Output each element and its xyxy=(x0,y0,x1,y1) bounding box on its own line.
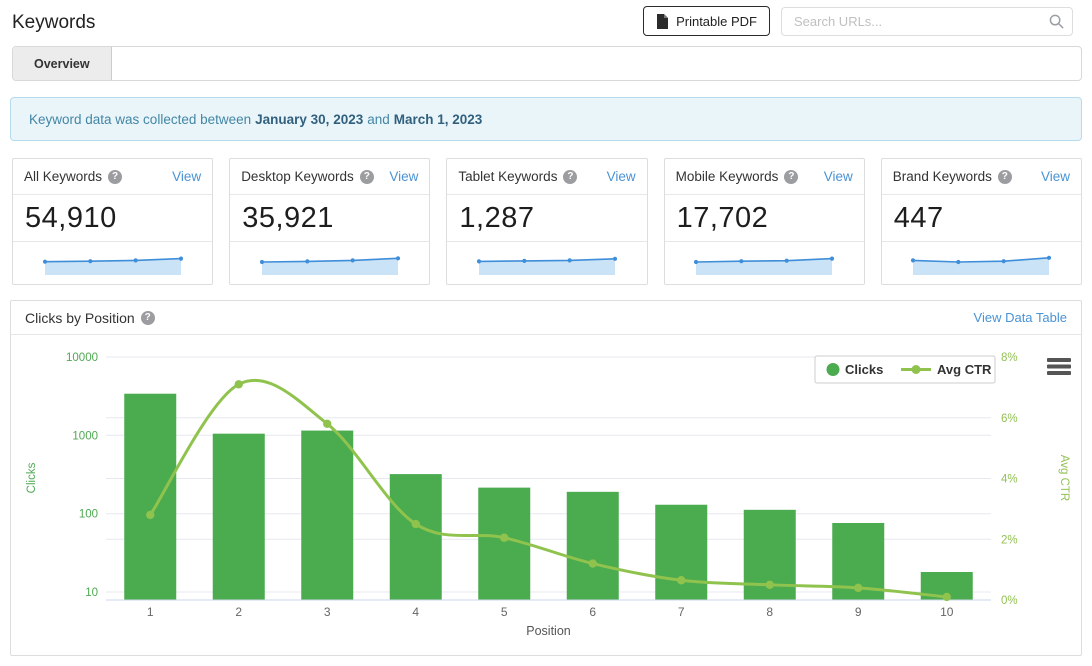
question-icon[interactable]: ? xyxy=(784,169,799,184)
x-tick: 9 xyxy=(855,605,862,619)
clicks-bar-position-3[interactable] xyxy=(301,430,354,600)
clicks-bar-position-2[interactable] xyxy=(212,433,265,600)
legend-avg-ctr-marker xyxy=(911,365,921,374)
tab-overview-label: Overview xyxy=(34,56,90,71)
y-left-tick: 100 xyxy=(79,509,98,521)
question-icon[interactable]: ? xyxy=(359,169,374,184)
view-link[interactable]: View xyxy=(824,169,853,184)
legend-clicks-label: Clicks xyxy=(845,362,883,377)
clicks-by-position-panel: Clicks by Position ? View Data Table 100… xyxy=(10,300,1082,656)
x-tick: 8 xyxy=(766,605,773,619)
banner-text-middle: and xyxy=(367,111,390,127)
clicks-bar-position-4[interactable] xyxy=(389,474,442,600)
y-left-tick: 10 xyxy=(85,587,98,599)
stat-card-all-keywords: All Keywords ? View 54,910 xyxy=(12,158,214,285)
x-tick: 2 xyxy=(235,605,242,619)
banner-date-end: March 1, 2023 xyxy=(393,111,483,127)
y-left-tick: 10000 xyxy=(66,352,98,364)
question-icon[interactable]: ? xyxy=(997,169,1012,184)
y-right-tick: 6% xyxy=(1001,413,1018,425)
avg-ctr-point-position-5[interactable] xyxy=(500,533,509,542)
x-tick: 10 xyxy=(940,605,954,619)
stat-card-mobile-keywords: Mobile Keywords ? View 17,702 xyxy=(663,158,865,285)
clicks-bar-position-1[interactable] xyxy=(124,393,177,600)
card-value: 35,921 xyxy=(230,195,430,242)
avg-ctr-point-position-4[interactable] xyxy=(411,519,420,529)
clicks-by-position-chart: 10000 1000 100 10 Clicks 0% 2% 4% 6% 8% Avg CTR 1 2 3… xyxy=(26,352,1071,638)
chart-menu-icon[interactable] xyxy=(1047,358,1071,375)
tab-bar: Overview xyxy=(12,46,1082,81)
x-axis-title: Position xyxy=(526,624,571,638)
card-title: Tablet Keywords xyxy=(458,169,558,184)
stat-cards-row: All Keywords ? View 54,910 Desktop Keywo… xyxy=(12,158,1082,285)
question-icon[interactable]: ? xyxy=(563,169,578,184)
card-title: All Keywords xyxy=(24,169,103,184)
card-value: 17,702 xyxy=(664,195,864,242)
view-link[interactable]: View xyxy=(389,169,418,184)
legend-clicks-marker xyxy=(826,363,840,376)
printable-pdf-button[interactable]: Printable PDF xyxy=(643,6,770,36)
x-tick: 3 xyxy=(324,605,331,619)
stat-card-brand-keywords: Brand Keywords ? View 447 xyxy=(880,158,1082,285)
y-left-tick: 1000 xyxy=(72,430,98,442)
legend-item-clicks[interactable]: Clicks xyxy=(826,362,884,377)
view-data-table-link[interactable]: View Data Table xyxy=(974,310,1067,325)
view-link[interactable]: View xyxy=(172,169,201,184)
avg-ctr-point-position-9[interactable] xyxy=(854,583,863,593)
y-right-axis-title: Avg CTR xyxy=(1058,455,1070,501)
pdf-button-label: Printable PDF xyxy=(676,13,757,29)
card-title: Mobile Keywords xyxy=(675,169,779,184)
avg-ctr-line xyxy=(149,378,947,599)
view-link[interactable]: View xyxy=(1041,169,1070,184)
search-icon[interactable] xyxy=(1049,14,1064,29)
question-icon[interactable]: ? xyxy=(108,169,123,184)
chart-legend: Clicks Avg CTR xyxy=(814,355,996,384)
x-tick: 5 xyxy=(501,605,508,619)
card-sparkline xyxy=(13,242,212,284)
search-input[interactable] xyxy=(781,7,1073,36)
card-title: Brand Keywords xyxy=(892,169,992,184)
card-value: 54,910 xyxy=(13,195,213,242)
stat-card-tablet-keywords: Tablet Keywords ? View 1,287 xyxy=(446,158,648,285)
avg-ctr-point-position-6[interactable] xyxy=(588,559,597,568)
view-link[interactable]: View xyxy=(607,169,636,184)
search-box xyxy=(781,7,1073,36)
clicks-bar-position-6[interactable] xyxy=(566,491,619,600)
y-right-tick: 8% xyxy=(1001,352,1018,364)
legend-avg-ctr-label: Avg CTR xyxy=(937,362,992,377)
avg-ctr-point-position-1[interactable] xyxy=(146,510,155,520)
avg-ctr-point-position-3[interactable] xyxy=(323,419,332,429)
stat-card-desktop-keywords: Desktop Keywords ? View 35,921 xyxy=(229,158,431,285)
tab-overview[interactable]: Overview xyxy=(13,47,112,80)
avg-ctr-point-position-2[interactable] xyxy=(234,380,243,389)
page-title: Keywords xyxy=(12,12,96,33)
y-left-axis-title: Clicks xyxy=(26,462,38,493)
card-value: 447 xyxy=(881,195,1081,242)
avg-ctr-point-position-7[interactable] xyxy=(677,576,686,585)
card-title: Desktop Keywords xyxy=(241,169,354,184)
date-range-banner: Keyword data was collected between Janua… xyxy=(10,97,1082,141)
page-header: Keywords Printable PDF xyxy=(10,0,1082,46)
x-tick: 6 xyxy=(589,605,596,619)
avg-ctr-point-position-10[interactable] xyxy=(942,592,951,602)
y-right-tick: 2% xyxy=(1001,534,1018,546)
x-tick: 7 xyxy=(678,605,685,619)
banner-text-prefix: Keyword data was collected between xyxy=(29,111,252,127)
card-sparkline xyxy=(882,242,1081,284)
keywords-dashboard: Keywords Printable PDF Overview Keyword … xyxy=(0,0,1092,656)
chart-title: Clicks by Position xyxy=(25,309,135,326)
avg-ctr-point-position-8[interactable] xyxy=(765,580,774,590)
card-sparkline xyxy=(665,242,864,284)
card-sparkline xyxy=(230,242,429,284)
banner-date-start: January 30, 2023 xyxy=(255,111,364,127)
card-sparkline xyxy=(447,242,646,284)
question-icon[interactable]: ? xyxy=(140,310,155,325)
y-right-tick: 0% xyxy=(1001,595,1018,607)
x-tick: 4 xyxy=(412,605,419,619)
x-tick: 1 xyxy=(147,605,154,619)
card-value: 1,287 xyxy=(447,195,647,242)
y-right-tick: 4% xyxy=(1001,474,1018,486)
clicks-bar-position-7[interactable] xyxy=(655,504,708,600)
file-icon xyxy=(657,13,669,29)
